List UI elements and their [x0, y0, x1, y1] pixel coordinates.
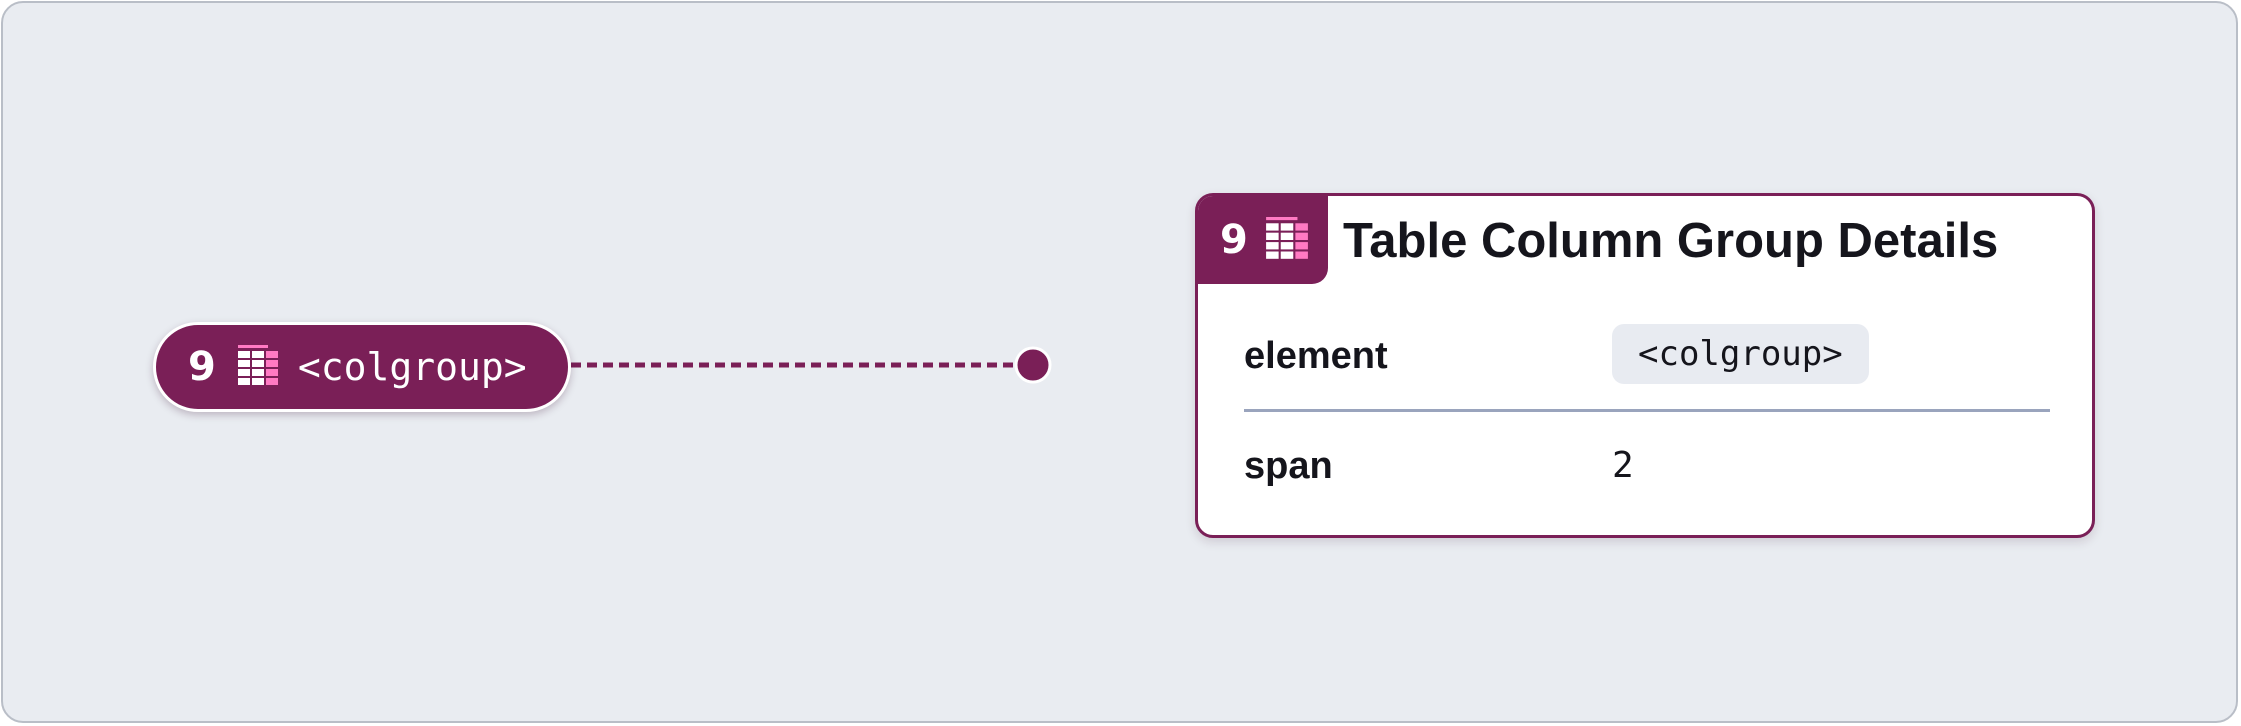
card-number: 9	[1220, 217, 1248, 263]
details-card: 9 Table Column Group Details element <co…	[1195, 193, 2095, 538]
row-divider	[1244, 409, 2050, 412]
node-label: <colgroup>	[297, 345, 527, 389]
detail-key: element	[1244, 335, 1388, 377]
card-tag: 9	[1198, 196, 1328, 284]
detail-value-code: <colgroup>	[1612, 324, 1869, 384]
diagram-canvas: 9 <colgroup> 9 Table Column Group Detail…	[1, 1, 2238, 723]
connector-endpoint-dot[interactable]	[1014, 346, 1052, 384]
colgroup-node[interactable]: 9 <colgroup>	[153, 322, 571, 412]
card-title: Table Column Group Details	[1343, 214, 1999, 268]
node-number: 9	[188, 344, 216, 390]
detail-value: 2	[1612, 445, 1634, 486]
detail-key: span	[1244, 445, 1333, 487]
table-columns-icon	[1264, 217, 1310, 263]
detail-row-element: element <colgroup>	[1244, 316, 2050, 396]
table-columns-icon	[236, 345, 280, 389]
detail-row-span: span 2	[1244, 426, 2050, 506]
